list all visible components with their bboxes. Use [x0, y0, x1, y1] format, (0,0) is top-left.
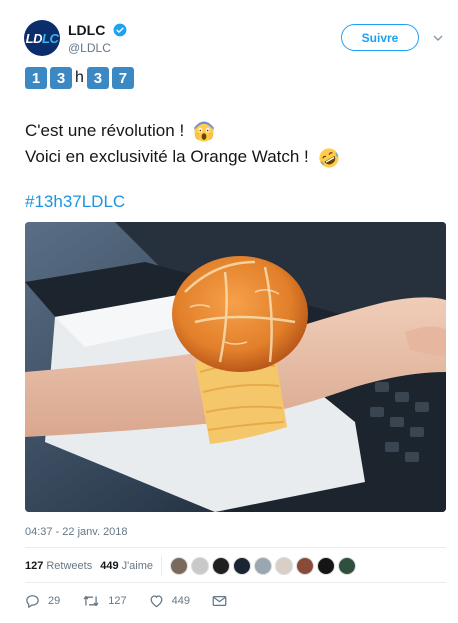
keycap-digit: 3 — [86, 67, 109, 89]
orange-watch-photo — [25, 222, 446, 512]
keycap-digit: 7 — [111, 67, 134, 89]
retweets-count[interactable]: 127 — [25, 560, 43, 572]
rofl-emoji-icon — [318, 147, 339, 168]
liker-avatar[interactable] — [191, 557, 210, 575]
tweet-text: C'est une révolution ! Voici en exclusiv… — [25, 118, 340, 170]
liker-avatar[interactable] — [317, 557, 336, 575]
liker-avatar[interactable] — [212, 557, 231, 575]
display-name[interactable]: LDLC — [68, 22, 105, 38]
reply-icon — [26, 595, 39, 608]
account-name-block[interactable]: LDLC @LDLC — [68, 21, 127, 55]
scream-emoji-icon — [194, 120, 214, 142]
retweets-label[interactable]: Retweets — [46, 560, 92, 572]
avatar[interactable]: LDLC — [24, 20, 60, 56]
tweet-timestamp[interactable]: 04:37 - 22 janv. 2018 — [25, 526, 128, 538]
envelope-icon — [212, 596, 227, 606]
stats-separator — [161, 556, 163, 576]
tweet-header: LDLC LDLC @LDLC Suivre — [24, 20, 444, 60]
divider — [25, 547, 446, 548]
divider — [25, 582, 446, 583]
like-count: 449 — [171, 595, 190, 607]
tweet-actions: 29 127 449 — [25, 594, 257, 608]
liker-avatar[interactable] — [338, 557, 357, 575]
avatar-logo: LDLC — [25, 30, 59, 46]
liker-avatar[interactable] — [254, 557, 273, 575]
keycap-separator: h — [75, 69, 84, 86]
follow-button[interactable]: Suivre — [341, 24, 419, 51]
likes-label[interactable]: J'aime — [122, 560, 153, 572]
likes-count[interactable]: 449 — [100, 560, 118, 572]
keycap-digit: 1 — [25, 67, 47, 89]
retweet-icon — [83, 595, 99, 607]
retweet-count: 127 — [108, 595, 127, 607]
reply-button[interactable]: 29 — [25, 594, 60, 608]
liker-avatars — [170, 557, 359, 575]
tweet-stats: 127 Retweets 449 J'aime — [25, 554, 359, 578]
retweet-button[interactable]: 127 — [82, 594, 127, 608]
hashtag-link[interactable]: #13h37LDLC — [25, 192, 125, 212]
reply-count: 29 — [48, 595, 61, 607]
direct-message-button[interactable] — [212, 595, 235, 607]
keycap-time: 1 3 h 3 7 — [25, 67, 137, 89]
tweet-photo[interactable] — [25, 222, 446, 512]
tweet-line-2: Voici en exclusivité la Orange Watch ! — [25, 147, 309, 166]
account-handle[interactable]: @LDLC — [68, 41, 127, 55]
chevron-down-icon[interactable] — [432, 32, 444, 44]
liker-avatar[interactable] — [275, 557, 294, 575]
verified-badge-icon — [113, 23, 127, 37]
liker-avatar[interactable] — [233, 557, 252, 575]
tweet-line-1: C'est une révolution ! — [25, 121, 185, 140]
heart-icon — [150, 595, 163, 608]
liker-avatar[interactable] — [170, 557, 189, 575]
keycap-digit: 3 — [50, 67, 72, 89]
like-button[interactable]: 449 — [149, 594, 190, 608]
liker-avatar[interactable] — [296, 557, 315, 575]
